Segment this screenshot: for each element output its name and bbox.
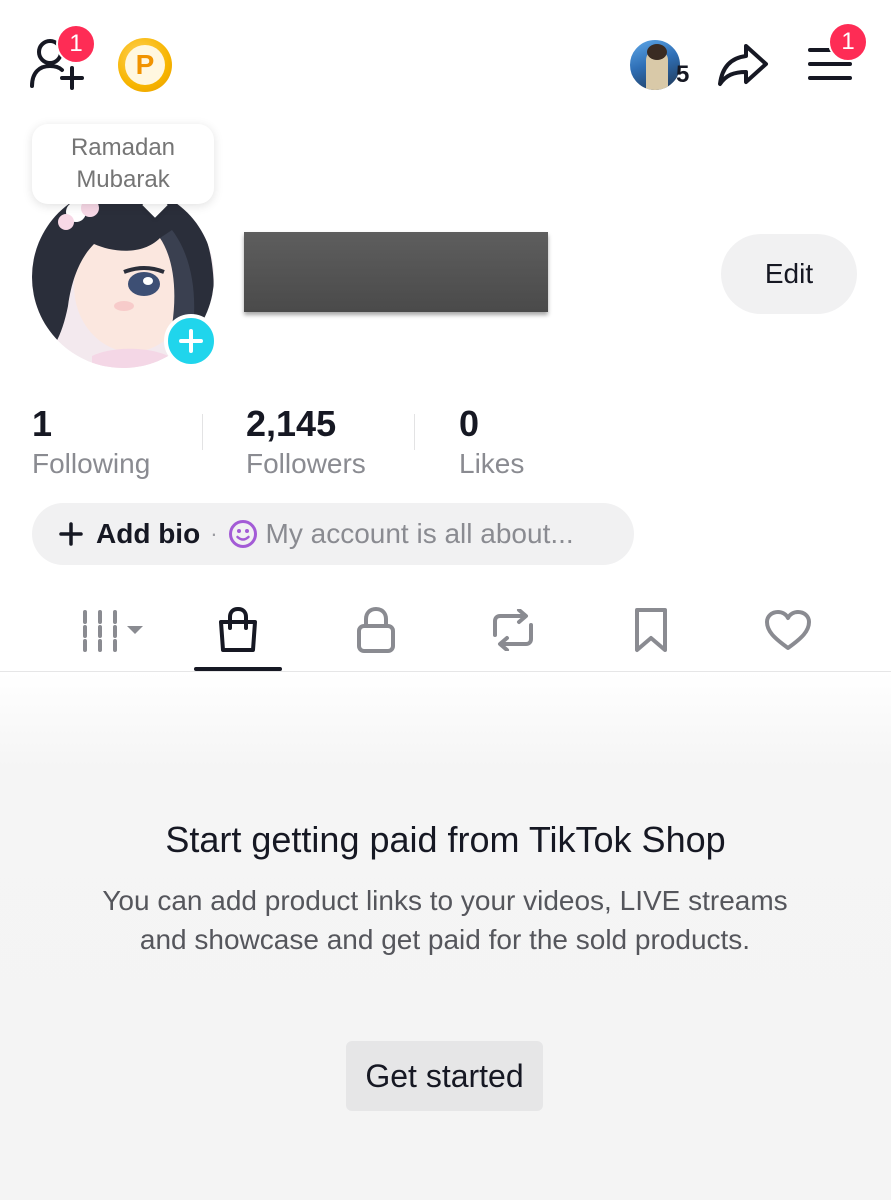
tab-private[interactable]	[331, 598, 421, 662]
tab-reposts[interactable]	[468, 598, 558, 662]
add-friend-badge: 1	[56, 24, 96, 64]
menu-badge: 1	[828, 22, 868, 62]
tab-shop[interactable]	[193, 598, 283, 662]
stat-divider	[414, 414, 415, 450]
greeting-line-2: Mubarak	[76, 166, 170, 193]
shop-empty-title: Start getting paid from TikTok Shop	[165, 819, 726, 860]
story-viewer-count: 5	[676, 61, 690, 88]
followers-label: Followers	[246, 448, 366, 479]
add-avatar-button[interactable]	[164, 314, 218, 368]
likes-count: 0	[459, 403, 480, 444]
followers-count: 2,145	[246, 403, 337, 444]
tab-videos[interactable]	[62, 598, 152, 662]
stat-likes[interactable]: 0 Likes	[459, 402, 524, 482]
bookmark-icon	[635, 608, 667, 652]
plus-icon	[179, 329, 203, 353]
bio-separator: ·	[210, 521, 218, 546]
coin-button[interactable]: P	[118, 38, 172, 92]
greeting-line-1: Ramadan	[70, 134, 176, 161]
smiley-icon	[228, 520, 257, 548]
add-bio-button[interactable]: Add bio · My account is all about...	[32, 503, 634, 565]
tab-liked[interactable]	[743, 598, 833, 662]
tab-favorites[interactable]	[606, 598, 696, 662]
shopping-bag-icon	[219, 606, 257, 652]
bio-placeholder: My account is all about...	[265, 518, 574, 549]
stat-following[interactable]: 1 Following	[32, 402, 150, 482]
add-bio-label: Add bio	[96, 518, 201, 549]
grid-icon	[83, 610, 143, 652]
greeting-bubble[interactable]: Ramadan Mubarak	[32, 124, 214, 204]
coin-icon: P	[125, 45, 165, 85]
repost-icon	[493, 609, 533, 651]
likes-label: Likes	[459, 448, 525, 479]
shop-empty-description: You can add product links to your videos…	[102, 885, 788, 955]
edit-profile-button[interactable]: Edit	[721, 234, 857, 314]
following-label: Following	[32, 448, 151, 479]
following-count: 1	[32, 403, 53, 444]
stat-followers[interactable]: 2,145 Followers	[246, 402, 366, 482]
share-button[interactable]	[716, 40, 770, 90]
get-started-button[interactable]: Get started	[346, 1041, 543, 1111]
story-viewer-avatar[interactable]	[628, 38, 682, 92]
lock-icon	[357, 606, 395, 653]
redacted-username	[244, 232, 548, 312]
share-arrow-icon	[718, 44, 768, 86]
heart-icon	[765, 610, 811, 650]
viewer-head	[647, 44, 667, 60]
plus-icon	[59, 522, 83, 546]
stat-divider	[202, 414, 203, 450]
